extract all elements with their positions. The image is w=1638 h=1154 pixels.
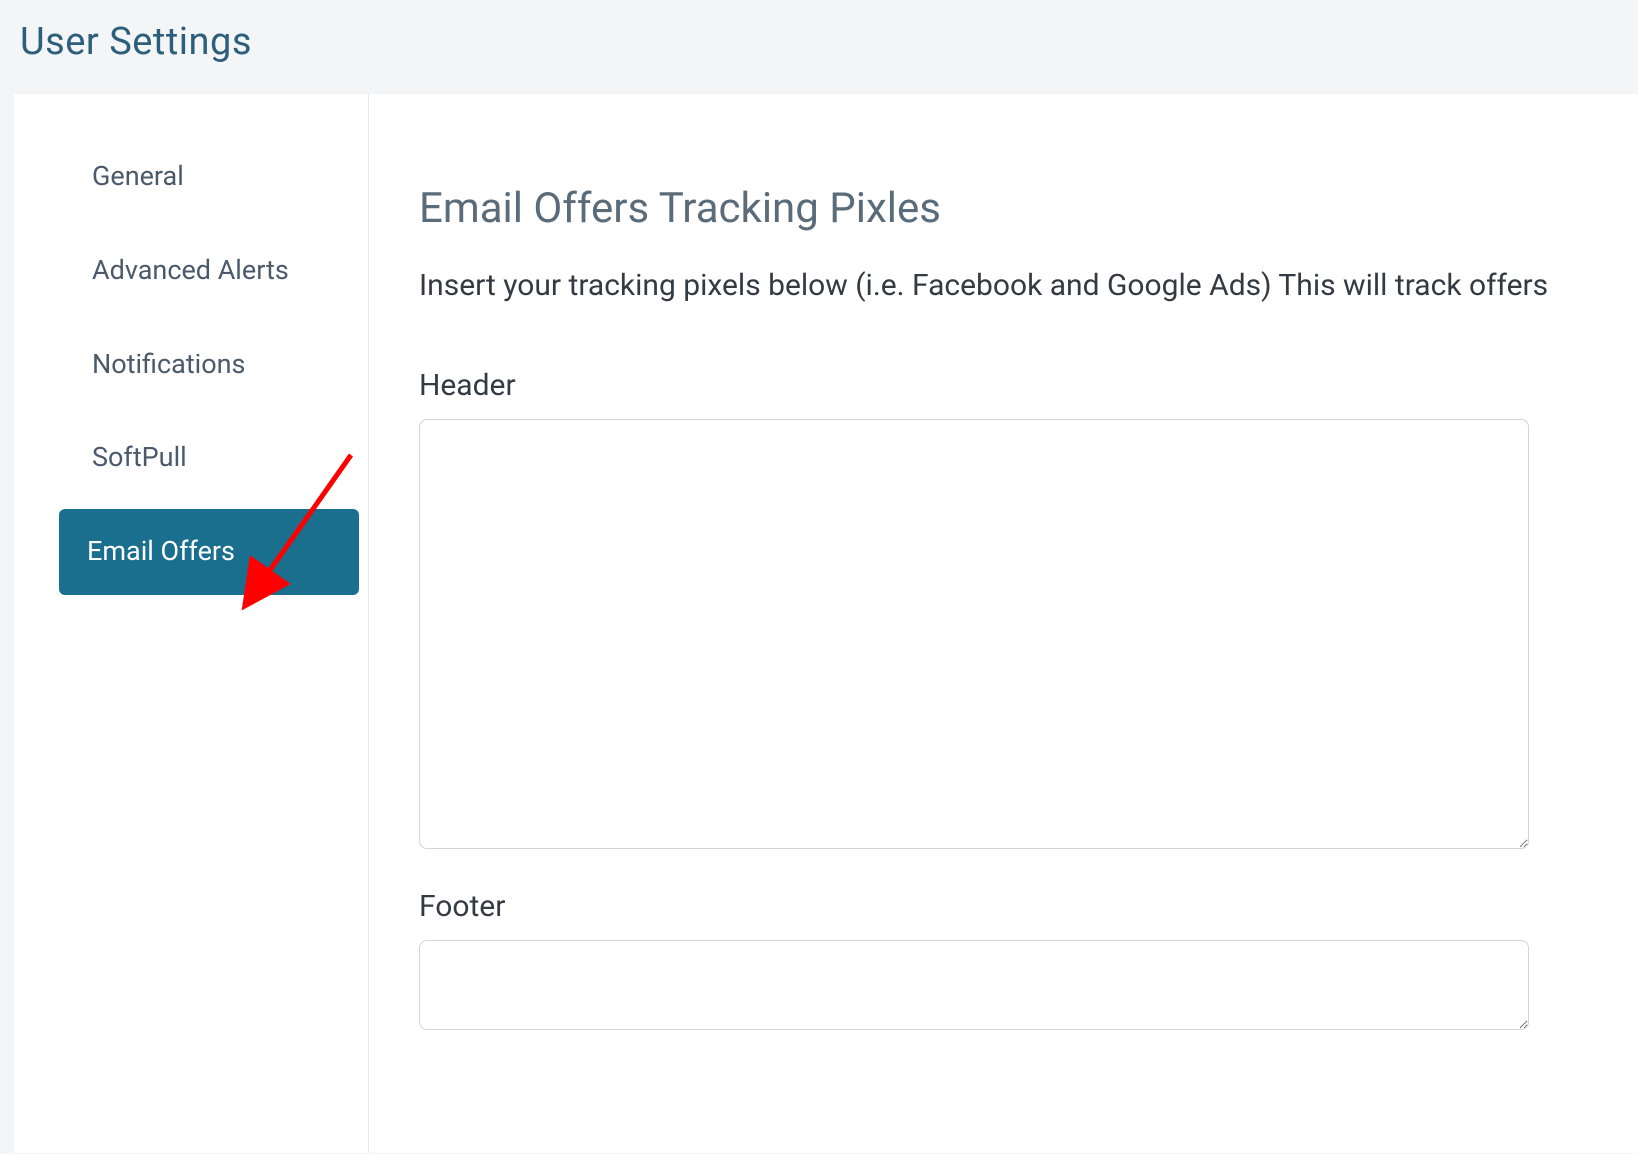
settings-sidebar: General Advanced Alerts Notifications So… <box>14 94 369 1153</box>
page-title: User Settings <box>0 0 1638 94</box>
settings-card: General Advanced Alerts Notifications So… <box>14 94 1638 1153</box>
section-heading: Email Offers Tracking Pixles <box>419 184 1588 233</box>
section-description: Insert your tracking pixels below (i.e. … <box>419 263 1588 308</box>
footer-field-label: Footer <box>419 889 1588 924</box>
footer-textarea[interactable] <box>419 940 1529 1030</box>
sidebar-item-notifications[interactable]: Notifications <box>64 322 354 408</box>
main-content: Email Offers Tracking Pixles Insert your… <box>369 94 1638 1153</box>
sidebar-item-softpull[interactable]: SoftPull <box>64 415 354 501</box>
sidebar-item-advanced-alerts[interactable]: Advanced Alerts <box>64 228 354 314</box>
sidebar-item-email-offers[interactable]: Email Offers <box>59 509 359 595</box>
sidebar-item-general[interactable]: General <box>64 134 354 220</box>
header-textarea[interactable] <box>419 419 1529 849</box>
header-field-label: Header <box>419 368 1588 403</box>
